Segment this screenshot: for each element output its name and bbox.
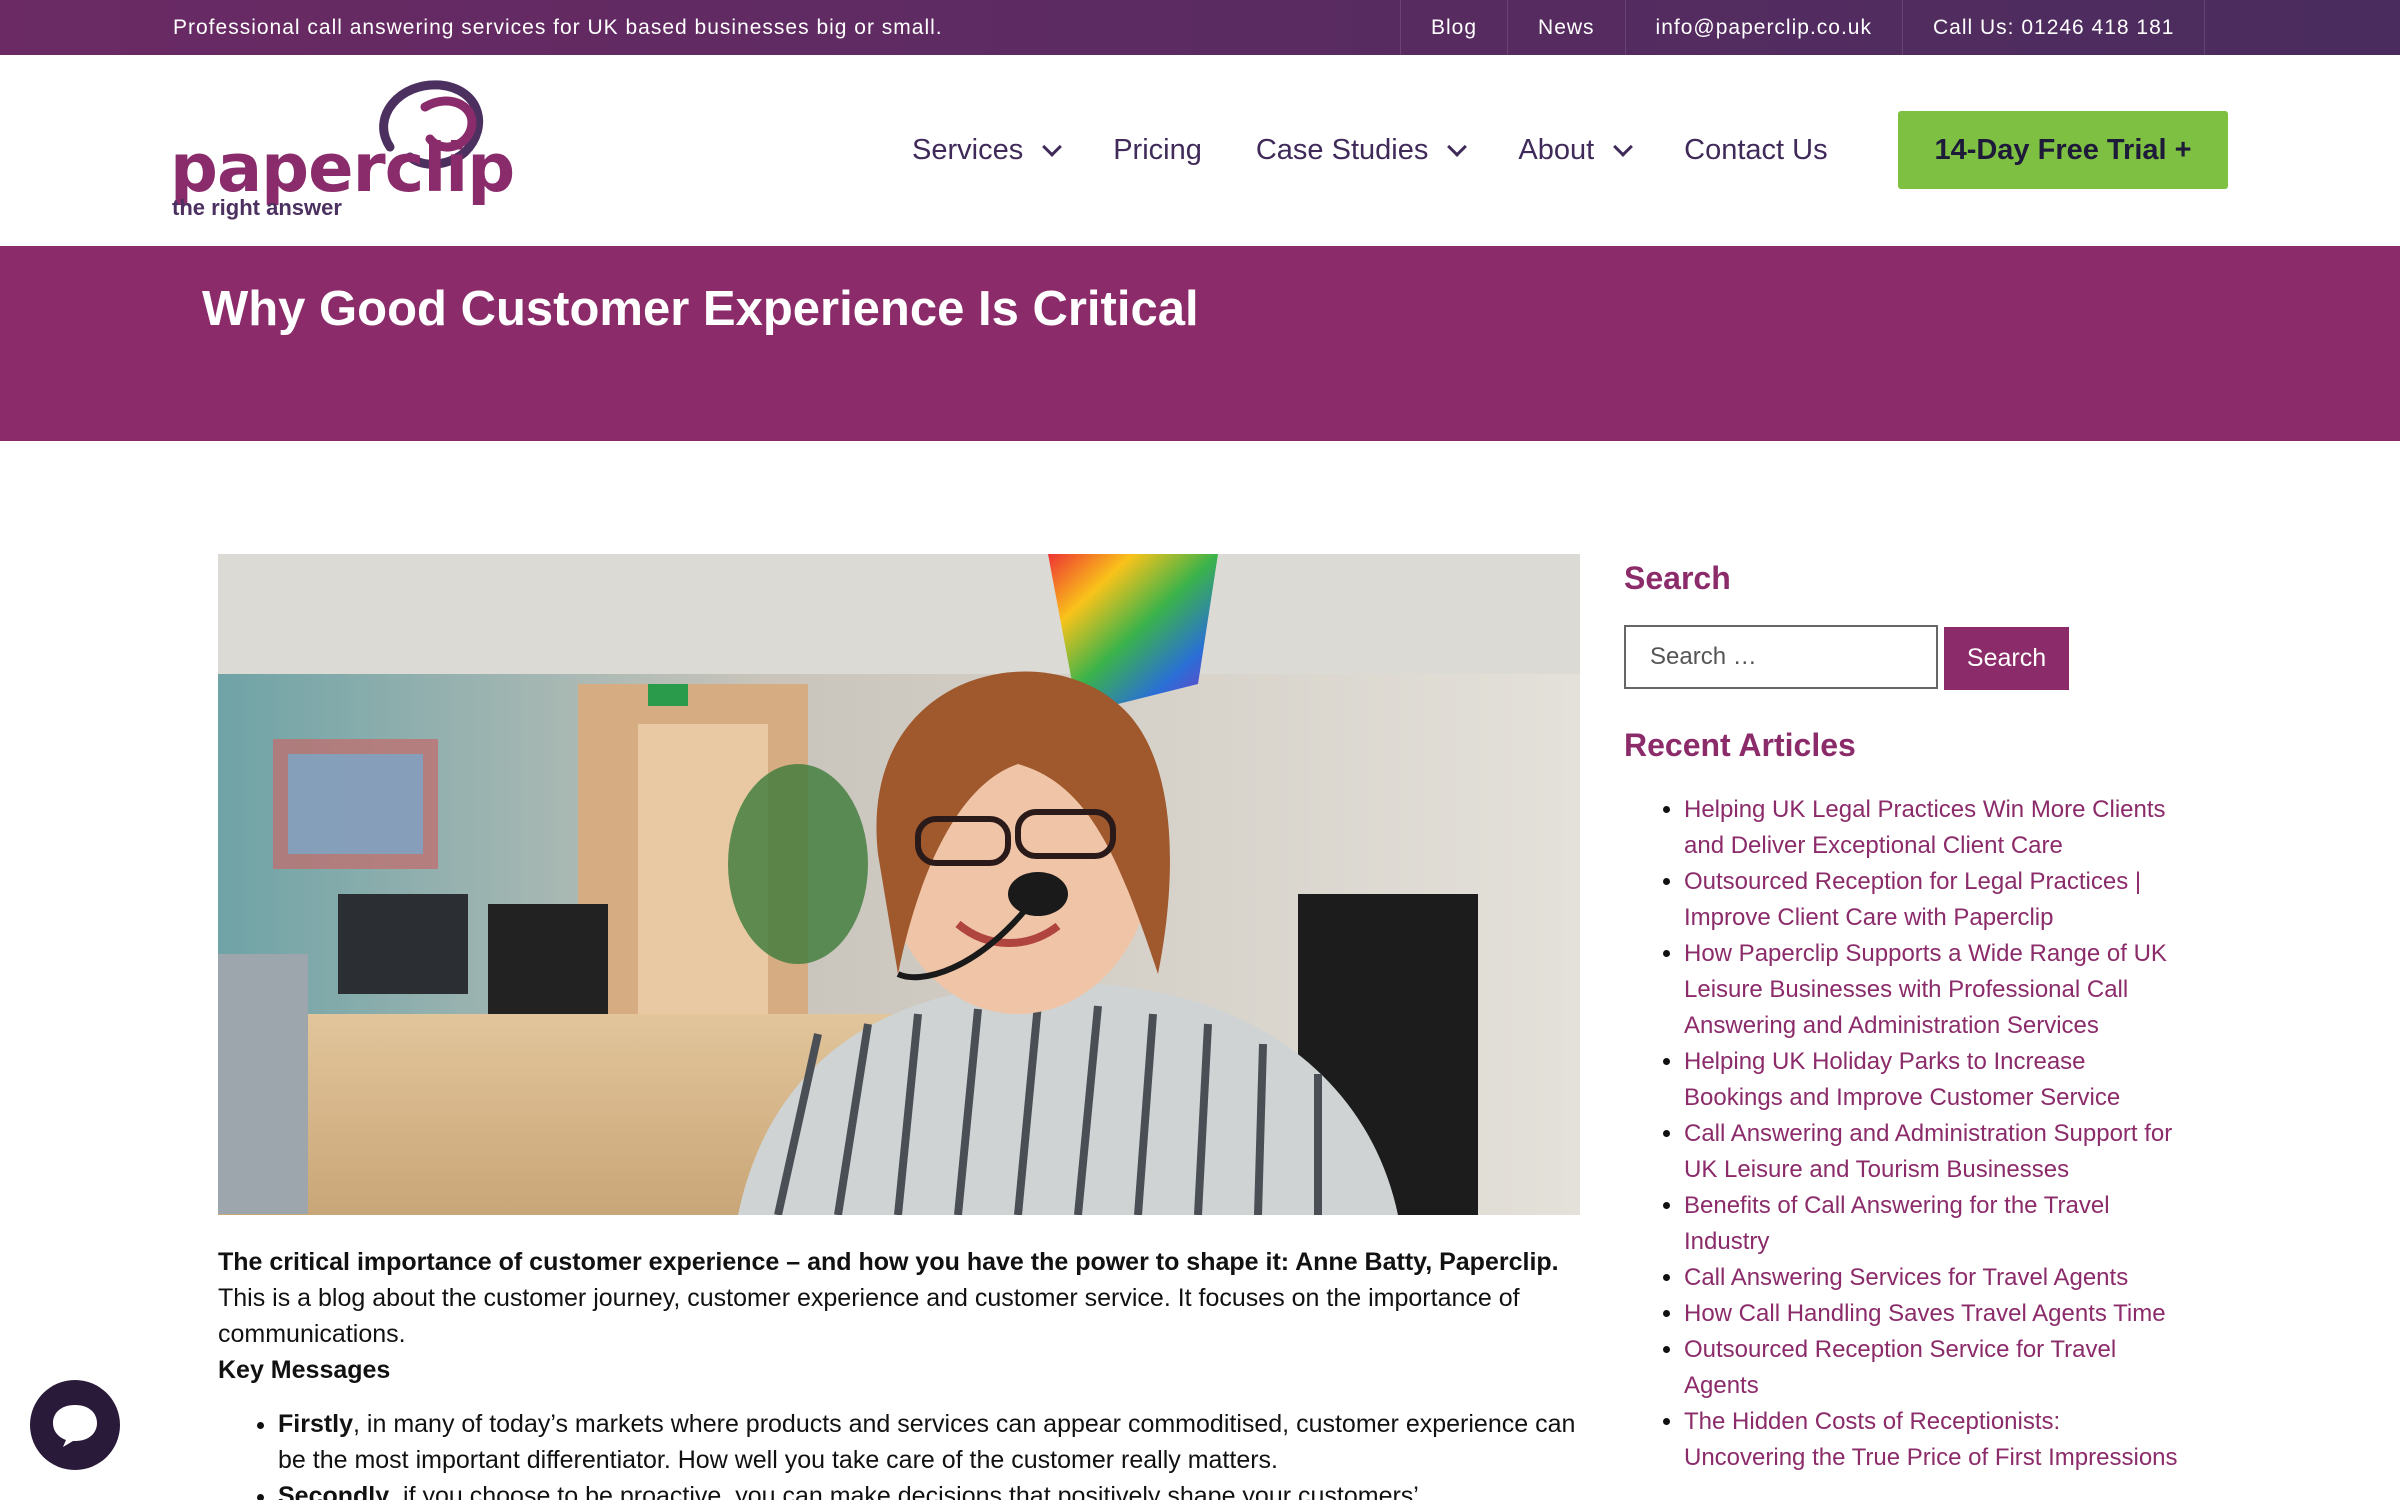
site-header: paperclip the right answer Services Pric… — [0, 55, 2400, 246]
paperclip-logo[interactable]: paperclip the right answer — [170, 77, 515, 227]
chevron-down-icon — [1613, 136, 1634, 157]
headset-operator-photo — [218, 554, 1580, 1215]
chat-widget-button[interactable] — [30, 1380, 120, 1470]
nav-item-pricing[interactable]: Pricing — [1113, 134, 1202, 167]
list-item: Helping UK Holiday Parks to Increase Boo… — [1684, 1044, 2184, 1116]
recent-article-link[interactable]: Benefits of Call Answering for the Trave… — [1684, 1192, 2110, 1255]
list-item: Helping UK Legal Practices Win More Clie… — [1684, 792, 2184, 864]
recent-article-link[interactable]: How Paperclip Supports a Wide Range of U… — [1684, 940, 2167, 1039]
recent-article-link[interactable]: How Call Handling Saves Travel Agents Ti… — [1684, 1300, 2166, 1327]
chevron-down-icon — [1042, 136, 1063, 157]
bullet-lead: Secondly — [278, 1482, 390, 1500]
recent-article-link[interactable]: The Hidden Costs of Receptionists: Uncov… — [1684, 1408, 2178, 1471]
nav-contact-label: Contact Us — [1684, 134, 1828, 166]
list-item: Call Answering Services for Travel Agent… — [1684, 1260, 2184, 1296]
bullet-text: , in many of today’s markets where produ… — [278, 1410, 1576, 1474]
list-item: Outsourced Reception for Legal Practices… — [1684, 864, 2184, 936]
logo-tagline: the right answer — [172, 195, 342, 220]
list-item: Benefits of Call Answering for the Trave… — [1684, 1188, 2184, 1260]
recent-article-link[interactable]: Call Answering Services for Travel Agent… — [1684, 1264, 2128, 1291]
nav-item-case-studies[interactable]: Case Studies — [1255, 134, 1468, 167]
chat-bubble-icon — [53, 1405, 97, 1447]
top-bar-links: Blog News info@paperclip.co.uk Call Us: … — [1400, 0, 2206, 55]
bullet-text: , if you choose to be proactive, you can… — [389, 1482, 1419, 1500]
sidebar-search-title: Search — [1624, 560, 1731, 596]
top-bar-tagline: Professional call answering services for… — [173, 16, 943, 39]
search-input[interactable] — [1624, 625, 1938, 689]
free-trial-button[interactable]: 14-Day Free Trial + — [1898, 111, 2228, 189]
list-item: How Call Handling Saves Travel Agents Ti… — [1684, 1296, 2184, 1332]
nav-pricing-label: Pricing — [1113, 134, 1202, 166]
bullet-lead: Firstly — [278, 1410, 354, 1438]
recent-article-link[interactable]: Outsourced Reception Service for Travel … — [1684, 1336, 2116, 1399]
page-hero: Why Good Customer Experience Is Critical — [0, 246, 2400, 441]
top-link-blog[interactable]: Blog — [1400, 0, 1507, 55]
top-link-phone[interactable]: Call Us: 01246 418 181 — [1901, 0, 2206, 55]
list-item: Call Answering and Administration Suppor… — [1684, 1116, 2184, 1188]
article-intro-text: This is a blog about the customer journe… — [218, 1284, 1520, 1348]
top-link-email[interactable]: info@paperclip.co.uk — [1624, 0, 1902, 55]
nav-item-services[interactable]: Services — [912, 134, 1063, 167]
list-item: The Hidden Costs of Receptionists: Uncov… — [1684, 1404, 2184, 1476]
recent-article-link[interactable]: Helping UK Legal Practices Win More Clie… — [1684, 796, 2166, 859]
top-bar: Professional call answering services for… — [0, 0, 2400, 55]
key-messages-heading: Key Messages — [218, 1356, 391, 1384]
list-item: Firstly, in many of today’s markets wher… — [278, 1406, 1580, 1478]
recent-article-link[interactable]: Outsourced Reception for Legal Practices… — [1684, 868, 2141, 931]
recent-article-link[interactable]: Helping UK Holiday Parks to Increase Boo… — [1684, 1048, 2120, 1111]
nav-item-contact[interactable]: Contact Us — [1684, 134, 1827, 167]
article-intro: The critical importance of customer expe… — [218, 1244, 1580, 1388]
main-nav: Services Pricing Case Studies About Cont… — [912, 55, 1882, 246]
recent-article-link[interactable]: Call Answering and Administration Suppor… — [1684, 1120, 2172, 1183]
nav-item-about[interactable]: About — [1518, 134, 1634, 167]
recent-articles-list: Helping UK Legal Practices Win More Clie… — [1624, 792, 2184, 1476]
nav-about-label: About — [1518, 134, 1595, 166]
list-item: Outsourced Reception Service for Travel … — [1684, 1332, 2184, 1404]
article-photo — [218, 554, 1580, 1215]
key-messages-list: Firstly, in many of today’s markets wher… — [218, 1406, 1580, 1500]
list-item: How Paperclip Supports a Wide Range of U… — [1684, 936, 2184, 1044]
page-title: Why Good Customer Experience Is Critical — [202, 282, 1199, 336]
recent-articles-title: Recent Articles — [1624, 727, 1856, 763]
top-link-news[interactable]: News — [1507, 0, 1625, 55]
nav-services-label: Services — [912, 134, 1024, 166]
search-button[interactable]: Search — [1944, 627, 2069, 690]
chevron-down-icon — [1447, 136, 1468, 157]
list-item: Secondly, if you choose to be proactive,… — [278, 1478, 1580, 1500]
article-lead: The critical importance of customer expe… — [218, 1248, 1559, 1276]
nav-case-studies-label: Case Studies — [1255, 134, 1429, 166]
